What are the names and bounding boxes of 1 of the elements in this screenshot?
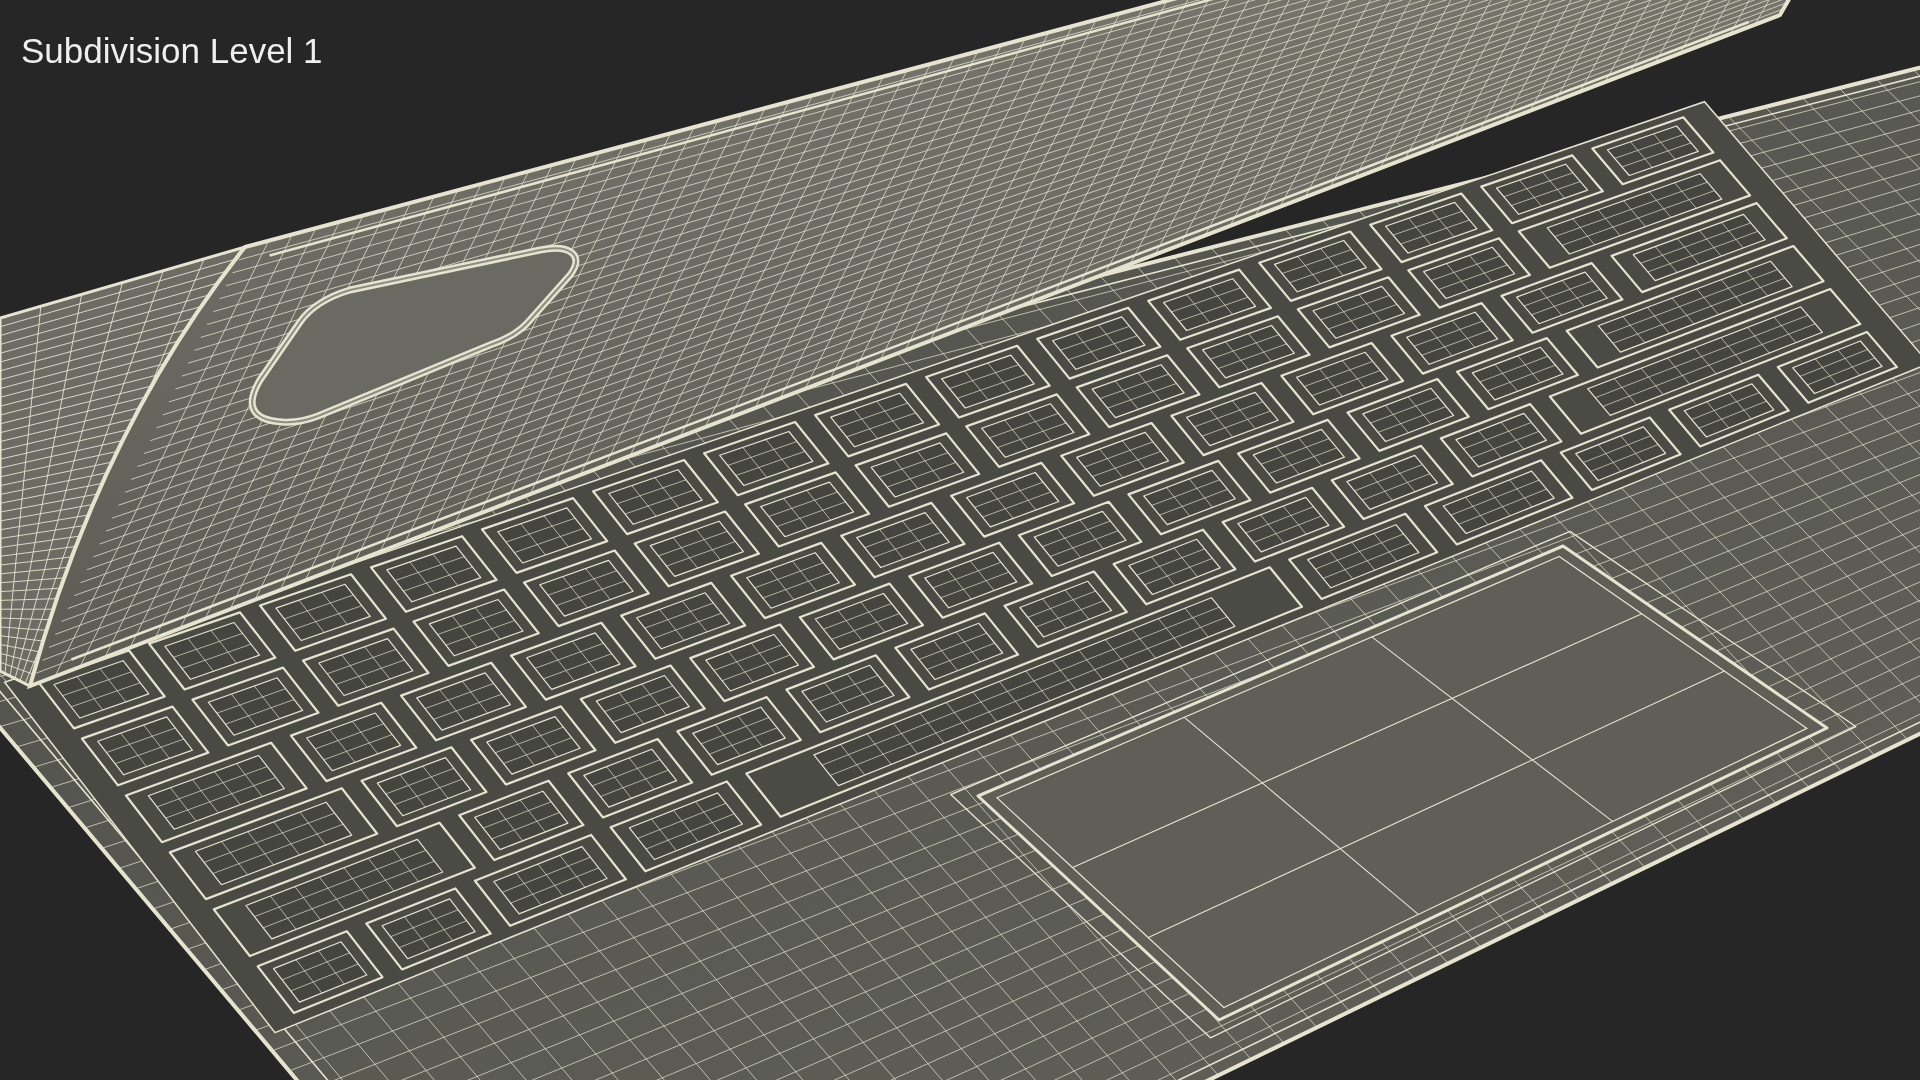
caption-label: Subdivision Level 1: [21, 31, 323, 72]
